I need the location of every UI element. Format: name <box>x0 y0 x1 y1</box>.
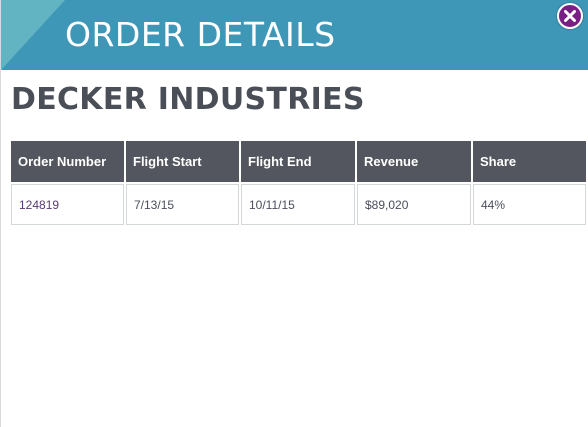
table-row[interactable]: 124819 7/13/15 10/11/15 $89,020 44% <box>11 184 586 225</box>
modal-header: ORDER DETAILS <box>1 0 588 70</box>
order-details-modal: ORDER DETAILS DECKER INDUSTRIES Order Nu… <box>0 0 588 427</box>
close-button[interactable] <box>557 3 583 29</box>
column-header-flight-start[interactable]: Flight Start <box>126 141 239 182</box>
cell-share: 44% <box>473 184 586 225</box>
column-header-share[interactable]: Share <box>473 141 586 182</box>
cell-order-number[interactable]: 124819 <box>11 184 124 225</box>
header-accent-triangle <box>1 0 65 70</box>
cell-flight-end: 10/11/15 <box>241 184 355 225</box>
column-header-revenue[interactable]: Revenue <box>357 141 471 182</box>
column-header-flight-end[interactable]: Flight End <box>241 141 355 182</box>
cell-flight-start: 7/13/15 <box>126 184 239 225</box>
column-header-order-number[interactable]: Order Number <box>11 141 124 182</box>
table-header-row: Order Number Flight Start Flight End Rev… <box>11 141 586 182</box>
cell-revenue: $89,020 <box>357 184 471 225</box>
close-x-icon <box>564 10 576 22</box>
company-name: DECKER INDUSTRIES <box>11 82 365 117</box>
order-table: Order Number Flight Start Flight End Rev… <box>9 139 588 227</box>
modal-title: ORDER DETAILS <box>65 15 336 54</box>
